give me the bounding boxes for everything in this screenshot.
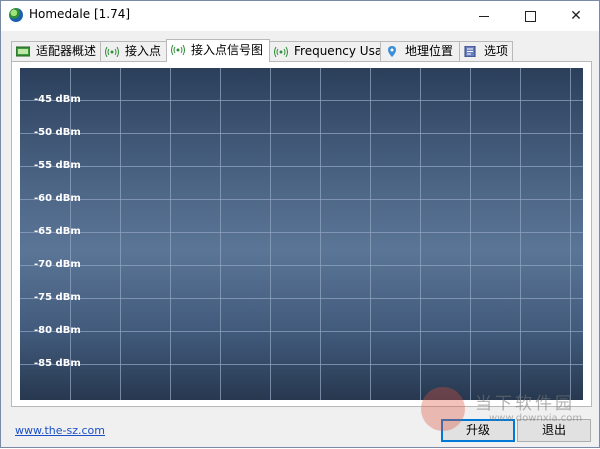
y-tick-label: -50 dBm — [34, 127, 81, 138]
grid-vline — [470, 68, 471, 400]
homedale-window: Homedale [1.74] ✕ 适配器概述 接入点 接入点信号图 Frequ… — [0, 0, 600, 448]
grid-hline — [20, 265, 583, 266]
tab-label: 适配器概述 — [36, 44, 97, 58]
exit-button[interactable]: 退出 — [517, 419, 591, 442]
grid-vline — [520, 68, 521, 400]
y-tick-label: -60 dBm — [34, 193, 81, 204]
tab-strip: 适配器概述 接入点 接入点信号图 Frequency Usage 地理位置 选项 — [11, 39, 591, 62]
grid-vline — [570, 68, 571, 400]
grid-vline — [320, 68, 321, 400]
grid-vline — [370, 68, 371, 400]
y-tick-label: -55 dBm — [34, 160, 81, 171]
globe-icon — [9, 8, 23, 22]
grid-hline — [20, 133, 583, 134]
wifi-signal-icon — [171, 44, 185, 55]
close-icon: ✕ — [570, 8, 582, 24]
tab-label: 地理位置 — [405, 44, 454, 58]
tab-access-points[interactable]: 接入点 — [100, 41, 168, 61]
tab-label: 选项 — [484, 44, 509, 58]
tab-label: 接入点 — [125, 44, 162, 58]
close-button[interactable]: ✕ — [553, 1, 599, 31]
tab-panel: -45 dBm -50 dBm -55 dBm -60 dBm -65 dBm … — [11, 61, 592, 407]
y-tick-label: -65 dBm — [34, 226, 81, 237]
tab-label: 接入点信号图 — [191, 43, 264, 57]
minimize-button[interactable] — [461, 1, 507, 31]
y-tick-label: -45 dBm — [34, 94, 81, 105]
y-tick-label: -80 dBm — [34, 325, 81, 336]
maximize-button[interactable] — [507, 1, 553, 31]
grid-hline — [20, 298, 583, 299]
website-link[interactable]: www.the-sz.com — [15, 424, 105, 437]
y-tick-label: -75 dBm — [34, 292, 81, 303]
grid-hline — [20, 331, 583, 332]
location-pin-icon — [388, 46, 396, 57]
grid-vline — [170, 68, 171, 400]
maximize-icon — [525, 11, 536, 22]
wifi-signal-icon — [105, 46, 119, 57]
upgrade-button[interactable]: 升级 — [441, 419, 515, 442]
minimize-icon — [479, 16, 489, 17]
adapter-icon — [16, 46, 30, 57]
window-title: Homedale [1.74] — [29, 7, 131, 21]
signal-graph-chart: -45 dBm -50 dBm -55 dBm -60 dBm -65 dBm … — [20, 68, 583, 400]
grid-vline — [120, 68, 121, 400]
tab-adapter-overview[interactable]: 适配器概述 — [11, 41, 101, 61]
tab-geo-location[interactable]: 地理位置 — [380, 41, 460, 61]
tab-ap-signal-graph[interactable]: 接入点信号图 — [166, 39, 270, 62]
tab-frequency-usage[interactable]: Frequency Usage — [269, 41, 397, 61]
y-tick-label: -70 dBm — [34, 259, 81, 270]
grid-hline — [20, 100, 583, 101]
grid-hline — [20, 166, 583, 167]
wifi-signal-icon — [274, 46, 288, 57]
tab-options[interactable]: 选项 — [459, 41, 513, 61]
grid-hline — [20, 232, 583, 233]
grid-vline — [270, 68, 271, 400]
y-tick-label: -85 dBm — [34, 358, 81, 369]
grid-vline — [220, 68, 221, 400]
grid-hline — [20, 364, 583, 365]
grid-hline — [20, 199, 583, 200]
title-bar[interactable]: Homedale [1.74] ✕ — [1, 1, 599, 31]
grid-vline — [420, 68, 421, 400]
options-icon — [464, 46, 476, 57]
